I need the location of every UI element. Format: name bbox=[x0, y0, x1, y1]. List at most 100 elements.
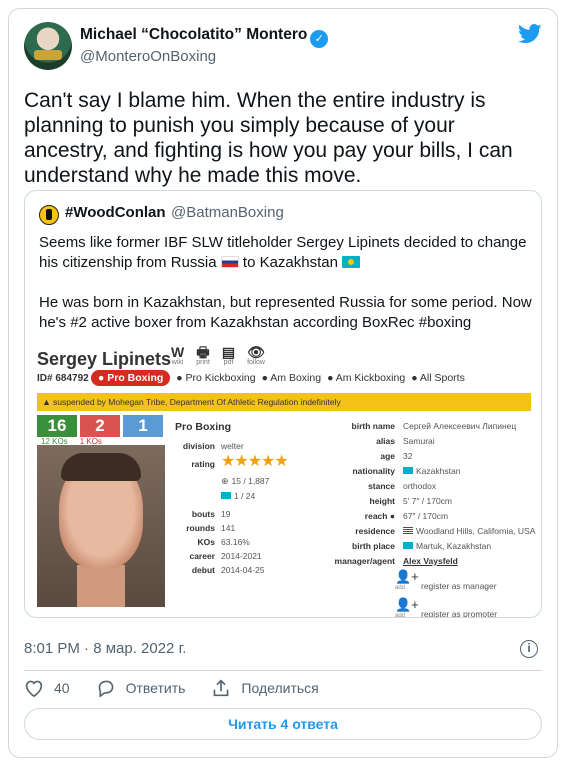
pdf-icon: ▤ pdf bbox=[221, 344, 236, 366]
author-name-row[interactable]: Michael “Chocolatito” Montero ✓ bbox=[80, 26, 329, 48]
residence-label: residence bbox=[355, 526, 395, 536]
rounds-value: 141 bbox=[221, 523, 236, 533]
fight-record: 16 2 1 bbox=[37, 415, 166, 437]
nationality-label: nationality bbox=[352, 466, 395, 476]
height-value: 5′ 7″ / 170cm bbox=[403, 496, 453, 506]
wiki-icon: Wwiki bbox=[171, 344, 185, 366]
kazakhstan-flag-icon bbox=[221, 492, 231, 499]
info-icon: ● bbox=[389, 511, 395, 521]
kazakhstan-flag-icon bbox=[403, 542, 413, 549]
division-value: welter bbox=[221, 441, 244, 451]
nationality-value: Kazakhstan bbox=[403, 466, 460, 476]
quoted-text-part2: to Kazakhstan bbox=[238, 254, 343, 271]
age-label: age bbox=[380, 451, 395, 461]
stance-label: stance bbox=[368, 481, 395, 491]
print-icon: 🖶 print bbox=[196, 344, 210, 366]
reach-label: reach ● bbox=[364, 511, 395, 521]
manager-label: manager/agent bbox=[334, 556, 395, 566]
add-user-icon: 👤+ bbox=[395, 597, 419, 612]
age-value: 32 bbox=[403, 451, 413, 461]
suspension-banner: ▲ suspended by Mohegan Tribe, Department… bbox=[37, 393, 531, 411]
tweet-timestamp[interactable]: 8:01 PM · 8 мар. 2022 г. bbox=[24, 640, 186, 657]
add-user-icon: 👤+ bbox=[395, 569, 419, 584]
heart-icon bbox=[25, 680, 43, 697]
add-label: add bbox=[395, 585, 406, 591]
quoted-author-avatar bbox=[39, 205, 59, 225]
quoted-tweet-text: Seems like former IBF SLW titleholder Se… bbox=[39, 233, 533, 333]
tweet-text: Can't say I blame him. When the entire i… bbox=[24, 89, 513, 187]
tab-am-kickboxing: ● Am Kickboxing bbox=[327, 372, 406, 384]
share-label: Поделиться bbox=[241, 680, 319, 696]
boxrec-screenshot[interactable]: Sergey Lipinets Wwiki 🖶 print ▤ pdf 👁 follo… bbox=[33, 337, 535, 618]
draws-count: 1 bbox=[123, 415, 163, 437]
info-icon[interactable]: i bbox=[520, 640, 538, 658]
residence-value: Woodland Hills, California, USA bbox=[403, 526, 535, 536]
globe-icon: ⊕ bbox=[221, 476, 229, 486]
pro-boxing-heading: Pro Boxing bbox=[175, 421, 232, 433]
quoted-author-handle: @BatmanBoxing bbox=[171, 204, 284, 221]
author-name[interactable]: Michael “Chocolatito” Montero bbox=[80, 26, 307, 43]
debut-label: debut bbox=[191, 565, 215, 575]
russia-flag-icon bbox=[220, 256, 239, 268]
rounds-label: rounds bbox=[186, 523, 215, 533]
losses-count: 2 bbox=[80, 415, 120, 437]
bouts-label: bouts bbox=[191, 509, 215, 519]
quoted-text-para2: He was born in Kazakhstan, but represent… bbox=[39, 294, 532, 331]
bouts-value: 19 bbox=[221, 509, 231, 519]
reply-label: Ответить bbox=[125, 680, 186, 696]
warning-icon: ▲ bbox=[42, 397, 51, 407]
height-label: height bbox=[369, 496, 396, 506]
rating-label: rating bbox=[191, 459, 215, 469]
like-count: 40 bbox=[54, 680, 70, 696]
reply-icon bbox=[98, 680, 113, 697]
divider bbox=[24, 670, 542, 671]
reply-button[interactable]: Ответить bbox=[96, 679, 186, 697]
tab-am-boxing: ● Am Boxing bbox=[261, 372, 322, 384]
rating-stars: ★★★★★ bbox=[221, 453, 289, 470]
author-handle[interactable]: @MonteroOnBoxing bbox=[80, 48, 216, 65]
debut-value: 2014-04-25 bbox=[221, 565, 265, 575]
register-manager-text: register as manager bbox=[421, 581, 497, 591]
stance-value: orthodox bbox=[403, 481, 437, 491]
kazakhstan-flag-icon bbox=[342, 256, 361, 268]
tab-all-sports: ● All Sports bbox=[411, 372, 465, 384]
usa-flag-icon bbox=[403, 527, 413, 534]
reach-value: 67″ / 170cm bbox=[403, 511, 449, 521]
action-bar: 40 Ответить Поделиться bbox=[24, 679, 345, 697]
kos-label: KOs bbox=[197, 537, 215, 547]
verified-badge-icon: ✓ bbox=[310, 30, 329, 48]
birth-name-label: birth name bbox=[351, 421, 395, 431]
alias-value: Samurai bbox=[403, 436, 435, 446]
like-button[interactable]: 40 bbox=[24, 679, 70, 697]
country-rank: 1 / 24 bbox=[221, 491, 255, 501]
tab-pro-boxing: ● Pro Boxing bbox=[91, 370, 171, 386]
twitter-bird-icon[interactable] bbox=[518, 24, 542, 44]
sport-tabs: ● Pro Boxing ● Pro Kickboxing ● Am Boxin… bbox=[91, 370, 465, 386]
division-label: division bbox=[182, 441, 215, 451]
manager-value: Alex Vaysfeld bbox=[403, 556, 458, 566]
author-avatar[interactable] bbox=[24, 22, 72, 70]
follow-icon: 👁 follow bbox=[247, 344, 265, 366]
quoted-author-name: #WoodConlan bbox=[65, 204, 166, 221]
register-promoter-text: register as promoter bbox=[421, 609, 498, 618]
boxrec-icon-bar: Wwiki 🖶 print ▤ pdf 👁 follow bbox=[171, 345, 265, 366]
tab-pro-kickboxing: ● Pro Kickboxing bbox=[176, 372, 256, 384]
boxer-photo bbox=[37, 445, 165, 607]
career-label: career bbox=[189, 551, 215, 561]
career-value: 2014-2021 bbox=[221, 551, 262, 561]
add-label: add bbox=[395, 613, 406, 618]
boxer-name: Sergey Lipinets bbox=[37, 349, 172, 369]
world-rank: ⊕ 15 / 1,887 bbox=[221, 476, 270, 486]
share-icon bbox=[214, 679, 229, 697]
boxer-id: ID# 684792 bbox=[37, 373, 89, 384]
quoted-tweet[interactable]: #WoodConlan @BatmanBoxing Seems like for… bbox=[24, 190, 542, 618]
alias-label: alias bbox=[376, 436, 395, 446]
read-replies-button[interactable]: Читать 4 ответа bbox=[24, 708, 542, 740]
wins-count: 16 bbox=[37, 415, 77, 437]
share-button[interactable]: Поделиться bbox=[211, 679, 319, 697]
birth-name-value: Сергей Алексеевич Липинец bbox=[403, 421, 517, 431]
suspension-text: suspended by Mohegan Tribe, Department O… bbox=[53, 397, 341, 407]
kos-value: 63.16% bbox=[221, 537, 250, 547]
kazakhstan-flag-icon bbox=[403, 467, 413, 474]
birth-place-label: birth place bbox=[352, 541, 395, 551]
